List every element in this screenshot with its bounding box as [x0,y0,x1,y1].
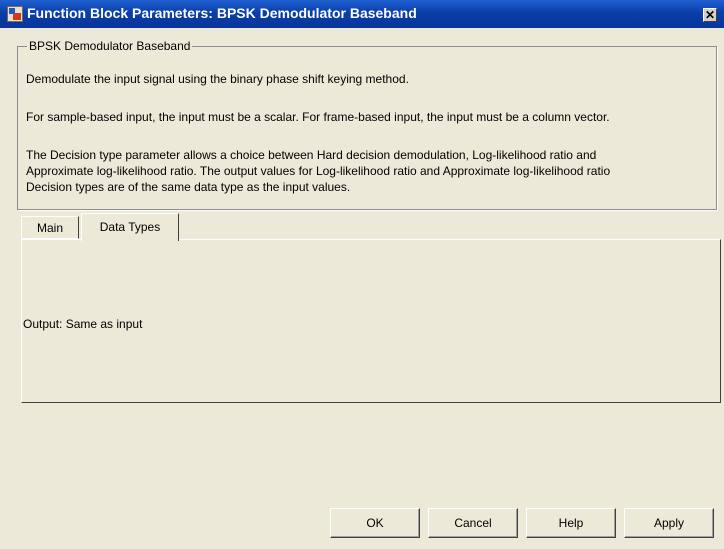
close-icon: ✕ [704,8,716,22]
description-line: The Decision type parameter allows a cho… [26,148,597,162]
apply-button[interactable]: Apply [624,508,714,538]
ok-button[interactable]: OK [330,508,420,538]
output-data-type-label: Output: Same as input [23,317,143,331]
tab-data-types[interactable]: Data Types [81,213,179,241]
window-title: Function Block Parameters: BPSK Demodula… [27,5,417,21]
simulink-block-icon [7,6,23,22]
tab-main[interactable]: Main [21,216,79,239]
group-title: BPSK Demodulator Baseband [27,39,193,53]
block-description-group: BPSK Demodulator Baseband Demodulate the… [17,39,717,210]
cancel-button[interactable]: Cancel [428,508,518,538]
title-bar: Function Block Parameters: BPSK Demodula… [0,0,724,28]
help-button[interactable]: Help [526,508,616,538]
description-line: Approximate log-likelihood ratio. The ou… [26,164,611,178]
data-types-panel: Output: Same as input [21,239,721,403]
close-button[interactable]: ✕ [703,8,717,22]
description-line: Decision types are of the same data type… [26,180,351,194]
description-line: For sample-based input, the input must b… [26,110,610,124]
description-line: Demodulate the input signal using the bi… [26,72,409,86]
